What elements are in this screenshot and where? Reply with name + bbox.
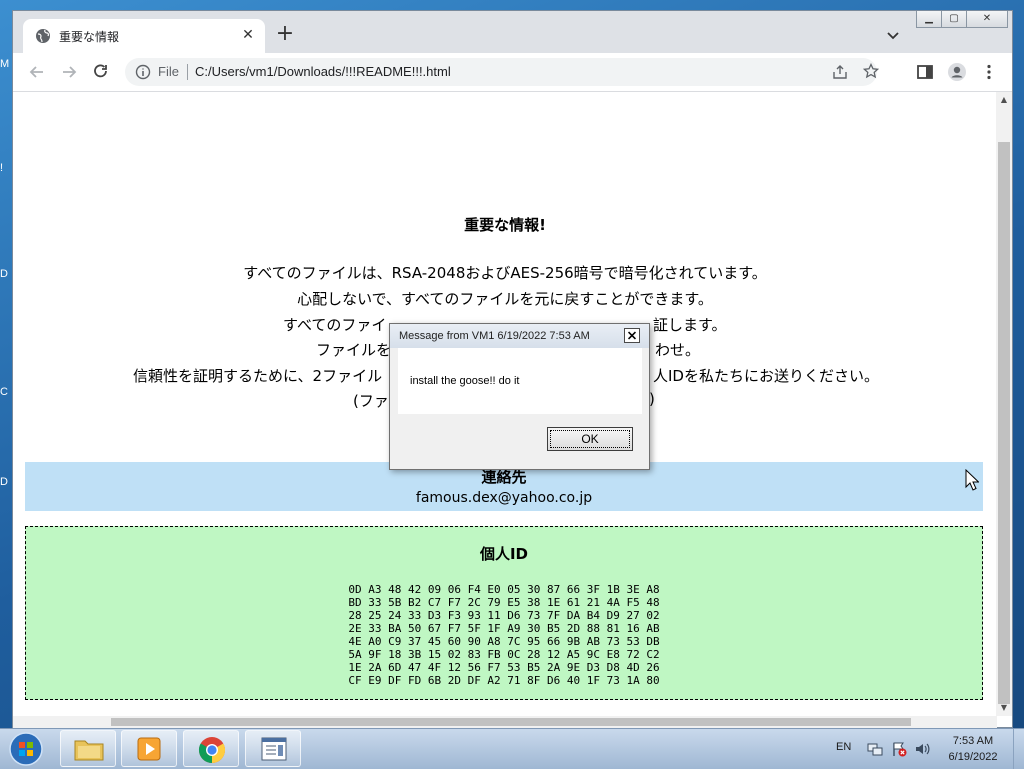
- ransom-line: ファイルを: [316, 341, 392, 359]
- address-url[interactable]: C:/Users/vm1/Downloads/!!!README!!!.html: [195, 64, 451, 79]
- browser-toolbar: File C:/Users/vm1/Downloads/!!!README!!!…: [13, 53, 1012, 92]
- ransom-line: すべてのファイルは、RSA-2048およびAES-256暗号で暗号化されています…: [243, 264, 767, 282]
- back-icon[interactable]: [27, 62, 47, 82]
- clock-date: 6/19/2022: [948, 751, 998, 763]
- desktop-icon-label[interactable]: C: [0, 386, 10, 398]
- desktop-icon-label[interactable]: !: [0, 162, 10, 174]
- desktop-icon-label[interactable]: D: [0, 476, 10, 488]
- action-center-flag-icon[interactable]: [891, 741, 907, 757]
- ransom-line: 心配しないで、すべてのファイルを元に戻すことができます。: [297, 290, 713, 308]
- taskbar: EN 7:53 AM 6/19/2022: [0, 728, 1024, 769]
- clock-time: 7:53 AM: [952, 735, 994, 747]
- address-separator: [187, 64, 188, 80]
- desktop-icon-label[interactable]: D: [0, 268, 10, 280]
- dialog-close-icon[interactable]: [624, 328, 640, 343]
- personal-id-hex: 0D A3 48 42 09 06 F4 E0 05 30 87 66 3F 1…: [348, 583, 660, 687]
- chrome-icon: [198, 737, 226, 764]
- scrollbar-thumb[interactable]: [998, 142, 1010, 704]
- message-dialog: Message from VM1 6/19/2022 7:53 AM insta…: [389, 323, 650, 470]
- contact-email: famous.dex@yahoo.co.jp: [415, 490, 593, 506]
- language-indicator[interactable]: EN: [836, 741, 851, 753]
- forward-icon[interactable]: [59, 62, 79, 82]
- info-icon[interactable]: [135, 64, 151, 80]
- minimize-button[interactable]: ▁: [916, 11, 942, 28]
- menu-kebab-icon[interactable]: [979, 62, 999, 82]
- taskbar-media-player[interactable]: [121, 730, 177, 767]
- tab-readme[interactable]: 重要な情報 ✕: [23, 19, 265, 53]
- desktop-icon-label[interactable]: M: [0, 58, 10, 70]
- dialog-title-bar[interactable]: Message from VM1 6/19/2022 7:53 AM: [390, 324, 649, 348]
- window-controls: ▁ ▢ ✕: [916, 11, 1008, 29]
- reload-icon[interactable]: [91, 62, 111, 82]
- dialog-message: install the goose!! do it: [410, 375, 520, 387]
- horizontal-scrollbar-thumb[interactable]: [111, 718, 911, 726]
- start-button-icon[interactable]: [5, 731, 47, 767]
- page-heading: 重要な情報!: [464, 216, 546, 234]
- scroll-up-arrow-icon[interactable]: ▲: [996, 92, 1012, 108]
- new-tab-icon[interactable]: +: [275, 23, 295, 45]
- bookmark-star-icon[interactable]: [863, 63, 879, 79]
- taskbar-explorer[interactable]: [60, 730, 116, 767]
- volume-icon[interactable]: [914, 741, 930, 757]
- close-window-button[interactable]: ✕: [966, 11, 1008, 28]
- personal-id-title: 個人ID: [479, 545, 529, 563]
- tab-title: 重要な情報: [59, 30, 120, 44]
- taskbar-app[interactable]: [245, 730, 301, 767]
- close-tab-icon[interactable]: ✕: [239, 26, 257, 44]
- folder-icon: [74, 740, 104, 761]
- dialog-title: Message from VM1 6/19/2022 7:53 AM: [399, 330, 590, 342]
- ok-button[interactable]: OK: [547, 427, 633, 451]
- ransom-line: 信頼性を証明するために、2ファイル: [133, 367, 383, 385]
- chevron-down-icon[interactable]: [885, 27, 901, 43]
- address-scheme: File: [158, 64, 179, 79]
- network-icon[interactable]: [867, 741, 883, 757]
- ransom-line-tail: わせ。: [655, 341, 701, 359]
- clock[interactable]: 7:53 AM 6/19/2022: [940, 733, 1006, 765]
- side-panel-icon[interactable]: [915, 62, 935, 82]
- media-player-icon: [137, 737, 161, 761]
- globe-icon: [36, 29, 50, 43]
- ransom-line: (ファ: [353, 392, 389, 410]
- vertical-scrollbar[interactable]: ▲ ▼: [996, 92, 1012, 716]
- share-icon[interactable]: [832, 64, 848, 80]
- ransom-line-tail: 証します。: [653, 316, 727, 334]
- address-bar[interactable]: File C:/Users/vm1/Downloads/!!!README!!!…: [125, 58, 879, 86]
- scroll-down-arrow-icon[interactable]: ▼: [996, 700, 1012, 716]
- maximize-button[interactable]: ▢: [941, 11, 967, 28]
- ransom-line: すべてのファイ: [283, 316, 387, 334]
- tab-strip: 重要な情報 ✕ + ▁ ▢ ✕: [13, 11, 1012, 53]
- horizontal-scrollbar[interactable]: [13, 716, 997, 728]
- mouse-cursor-icon: [965, 469, 979, 491]
- taskbar-chrome[interactable]: [183, 730, 239, 767]
- document-window-icon: [261, 737, 287, 761]
- ransom-line-tail: 人IDを私たちにお送りください。: [653, 367, 879, 385]
- show-desktop-button[interactable]: [1013, 729, 1024, 769]
- personal-id-section: 個人ID 0D A3 48 42 09 06 F4 E0 05 30 87 66…: [25, 526, 983, 700]
- profile-avatar-icon[interactable]: [947, 62, 967, 82]
